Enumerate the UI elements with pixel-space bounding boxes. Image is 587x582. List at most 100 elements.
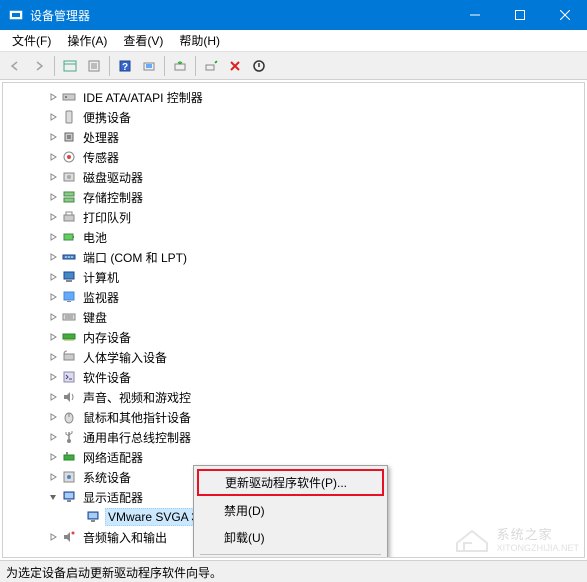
tree-label: 软件设备 bbox=[81, 368, 133, 387]
ctx-update-driver[interactable]: 更新驱动程序软件(P)... bbox=[197, 469, 384, 496]
tree-node[interactable]: 人体学输入设备 bbox=[3, 347, 584, 367]
tree-node[interactable]: 处理器 bbox=[3, 127, 584, 147]
device-category-icon bbox=[61, 109, 77, 125]
expander-icon[interactable] bbox=[47, 531, 59, 543]
tree-node[interactable]: 磁盘驱动器 bbox=[3, 167, 584, 187]
tree-node[interactable]: 计算机 bbox=[3, 267, 584, 287]
expander-icon[interactable] bbox=[47, 471, 59, 483]
device-category-icon bbox=[61, 369, 77, 385]
device-category-icon bbox=[61, 89, 77, 105]
tree-label: 通用串行总线控制器 bbox=[81, 428, 193, 447]
tree-node[interactable]: 鼠标和其他指针设备 bbox=[3, 407, 584, 427]
expander-icon[interactable] bbox=[47, 211, 59, 223]
menu-view[interactable]: 查看(V) bbox=[115, 30, 171, 51]
expander-icon[interactable] bbox=[47, 171, 59, 183]
expander-icon[interactable] bbox=[47, 411, 59, 423]
device-category-icon bbox=[61, 489, 77, 505]
tree-node[interactable]: 端口 (COM 和 LPT) bbox=[3, 247, 584, 267]
tree-node[interactable]: 打印队列 bbox=[3, 207, 584, 227]
tree-node[interactable]: 便携设备 bbox=[3, 107, 584, 127]
device-category-icon bbox=[61, 229, 77, 245]
tree-label: 电池 bbox=[81, 228, 109, 247]
ctx-uninstall[interactable]: 卸载(U) bbox=[196, 524, 385, 551]
expander-icon[interactable] bbox=[47, 231, 59, 243]
tree-node[interactable]: 监视器 bbox=[3, 287, 584, 307]
device-category-icon bbox=[61, 309, 77, 325]
device-category-icon bbox=[61, 429, 77, 445]
tree-label: 打印队列 bbox=[81, 208, 133, 227]
toolbar-separator bbox=[195, 56, 196, 76]
close-button[interactable] bbox=[542, 0, 587, 30]
display-adapter-icon bbox=[85, 509, 101, 525]
tree-label: 传感器 bbox=[81, 148, 121, 167]
device-category-icon bbox=[61, 129, 77, 145]
context-menu: 更新驱动程序软件(P)... 禁用(D) 卸载(U) 扫描检测硬件改动(A) 属… bbox=[193, 465, 388, 558]
forward-button[interactable] bbox=[28, 55, 50, 77]
tree-label: 键盘 bbox=[81, 308, 109, 327]
tree-label: 人体学输入设备 bbox=[81, 348, 169, 367]
tree-label: 鼠标和其他指针设备 bbox=[81, 408, 193, 427]
device-category-icon bbox=[61, 409, 77, 425]
expander-icon[interactable] bbox=[47, 251, 59, 263]
expander-icon[interactable] bbox=[47, 291, 59, 303]
tree-node[interactable]: 声音、视频和游戏控 bbox=[3, 387, 584, 407]
menu-action[interactable]: 操作(A) bbox=[59, 30, 115, 51]
expander-icon[interactable] bbox=[47, 331, 59, 343]
expander-icon[interactable] bbox=[47, 131, 59, 143]
disable-button[interactable] bbox=[248, 55, 270, 77]
device-category-icon bbox=[61, 349, 77, 365]
tree-label: 存储控制器 bbox=[81, 188, 145, 207]
menu-file[interactable]: 文件(F) bbox=[4, 30, 59, 51]
tree-label: 音频输入和输出 bbox=[81, 528, 169, 547]
tree-label: 声音、视频和游戏控 bbox=[81, 388, 193, 407]
scan-button[interactable] bbox=[138, 55, 160, 77]
tree-node[interactable]: 内存设备 bbox=[3, 327, 584, 347]
back-button[interactable] bbox=[4, 55, 26, 77]
device-category-icon bbox=[61, 529, 77, 545]
tree-node[interactable]: IDE ATA/ATAPI 控制器 bbox=[3, 87, 584, 107]
tree-node[interactable]: 网络适配器 bbox=[3, 447, 584, 467]
tree-node[interactable]: 键盘 bbox=[3, 307, 584, 327]
expander-icon[interactable] bbox=[47, 111, 59, 123]
expander-icon[interactable] bbox=[47, 491, 59, 503]
menubar: 文件(F) 操作(A) 查看(V) 帮助(H) bbox=[0, 30, 587, 52]
maximize-button[interactable] bbox=[497, 0, 542, 30]
tree-node[interactable]: 传感器 bbox=[3, 147, 584, 167]
device-category-icon bbox=[61, 469, 77, 485]
tree-node[interactable]: 通用串行总线控制器 bbox=[3, 427, 584, 447]
expander-icon[interactable] bbox=[47, 91, 59, 103]
tree-label: 处理器 bbox=[81, 128, 121, 147]
device-category-icon bbox=[61, 189, 77, 205]
uninstall-button[interactable] bbox=[224, 55, 246, 77]
update-driver-button[interactable] bbox=[169, 55, 191, 77]
ctx-disable[interactable]: 禁用(D) bbox=[196, 497, 385, 524]
enable-button[interactable] bbox=[200, 55, 222, 77]
tree-label: 磁盘驱动器 bbox=[81, 168, 145, 187]
tree-label: 便携设备 bbox=[81, 108, 133, 127]
properties-button[interactable] bbox=[83, 55, 105, 77]
tree-node[interactable]: 存储控制器 bbox=[3, 187, 584, 207]
expander-icon[interactable] bbox=[47, 311, 59, 323]
expander-icon[interactable] bbox=[47, 151, 59, 163]
expander-icon[interactable] bbox=[47, 371, 59, 383]
tree-label: 网络适配器 bbox=[81, 448, 145, 467]
device-tree-container[interactable]: IDE ATA/ATAPI 控制器便携设备处理器传感器磁盘驱动器存储控制器打印队… bbox=[2, 82, 585, 558]
show-hide-tree-button[interactable] bbox=[59, 55, 81, 77]
device-category-icon bbox=[61, 329, 77, 345]
expander-icon[interactable] bbox=[47, 191, 59, 203]
tree-label: 端口 (COM 和 LPT) bbox=[81, 248, 189, 267]
toolbar-separator bbox=[109, 56, 110, 76]
window-controls bbox=[452, 0, 587, 30]
toolbar-separator bbox=[54, 56, 55, 76]
menu-help[interactable]: 帮助(H) bbox=[171, 30, 228, 51]
help-button[interactable]: ? bbox=[114, 55, 136, 77]
expander-icon[interactable] bbox=[47, 271, 59, 283]
tree-label: 内存设备 bbox=[81, 328, 133, 347]
minimize-button[interactable] bbox=[452, 0, 497, 30]
expander-icon[interactable] bbox=[47, 451, 59, 463]
tree-node[interactable]: 电池 bbox=[3, 227, 584, 247]
expander-icon[interactable] bbox=[47, 391, 59, 403]
tree-node[interactable]: 软件设备 bbox=[3, 367, 584, 387]
expander-icon[interactable] bbox=[47, 351, 59, 363]
expander-icon[interactable] bbox=[47, 431, 59, 443]
